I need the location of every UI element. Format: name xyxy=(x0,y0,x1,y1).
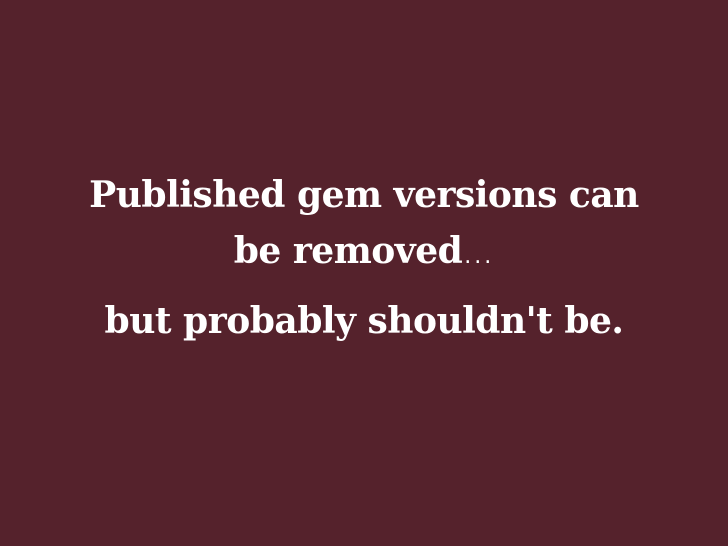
heading-line-1: Published gem versions can xyxy=(89,174,639,216)
heading-line-2-wrapper: be removed... xyxy=(0,227,728,275)
followup-line: but probably shouldn't be. xyxy=(104,300,624,342)
slide-text-block: Published gem versions can be removed...… xyxy=(0,171,728,345)
heading-ellipsis: ... xyxy=(464,244,495,269)
slide: Published gem versions can be removed...… xyxy=(0,0,728,546)
heading-line-2: be removed xyxy=(233,230,463,272)
